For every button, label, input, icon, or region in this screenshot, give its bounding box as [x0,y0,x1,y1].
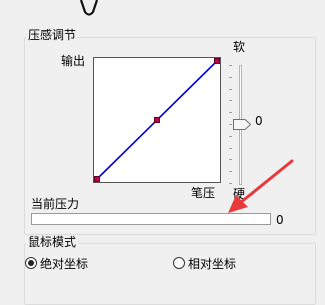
slider-tick [229,76,232,78]
pressure-group-title: 压感调节 [26,28,79,42]
slider-tick [229,112,232,114]
pen-pressure-axis-label: 笔压 [191,186,216,200]
radio-relative-label: 相对坐标 [188,257,237,271]
annotation-arrow [228,159,294,213]
radio-absolute-label: 绝对坐标 [40,257,89,271]
slider-tick [229,135,232,137]
mouse-mode-group-title: 鼠标模式 [26,235,79,249]
pen-icon [79,0,99,16]
curve-control-point[interactable] [154,117,160,123]
curve-control-point[interactable] [94,176,100,182]
current-pressure-label: 当前压力 [31,197,80,211]
radio-absolute[interactable] [25,257,37,269]
curve-control-point[interactable] [214,58,220,64]
mouse-mode-group-box [24,243,316,305]
softness-slider-thumb[interactable] [233,119,251,130]
slider-tick [229,88,232,90]
slider-tick [229,65,232,66]
output-axis-label: 输出 [61,54,86,68]
radio-relative-option[interactable]: 相对坐标 [172,256,262,272]
slider-tick [229,124,232,125]
softness-value: 0 [255,114,263,128]
pressure-curve-editor[interactable] [93,57,221,183]
slider-tick [229,100,232,102]
soft-label: 软 [233,40,246,54]
radio-relative[interactable] [173,257,185,269]
radio-absolute-option[interactable]: 绝对坐标 [24,256,114,272]
slider-tick [229,147,232,149]
